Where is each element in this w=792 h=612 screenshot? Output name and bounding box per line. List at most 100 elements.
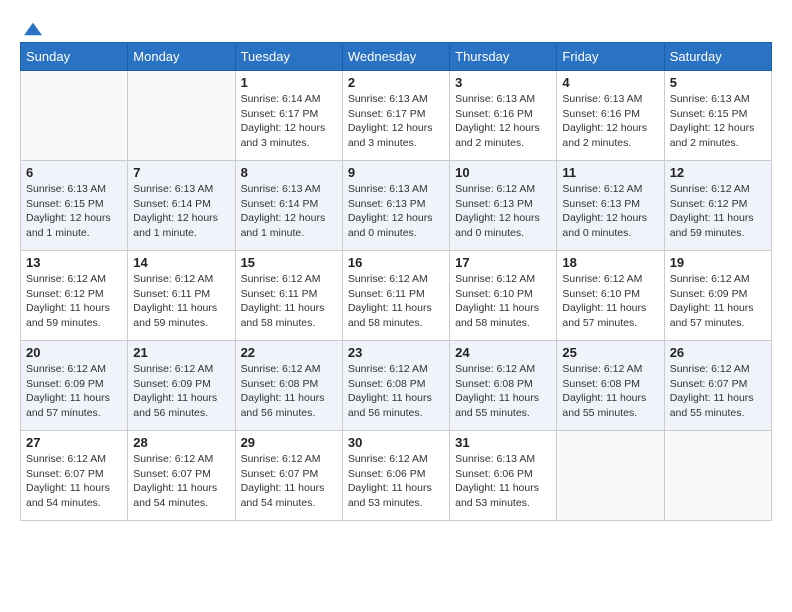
day-number: 21 bbox=[133, 345, 229, 360]
day-info: Sunrise: 6:12 AM Sunset: 6:08 PM Dayligh… bbox=[562, 362, 658, 421]
calendar-cell bbox=[21, 71, 128, 161]
day-info: Sunrise: 6:14 AM Sunset: 6:17 PM Dayligh… bbox=[241, 92, 337, 151]
calendar-cell: 12 Sunrise: 6:12 AM Sunset: 6:12 PM Dayli… bbox=[664, 161, 771, 251]
calendar-cell: 1Sunrise: 6:14 AM Sunset: 6:17 PM Daylig… bbox=[235, 71, 342, 161]
day-info: Sunrise: 6:13 AM Sunset: 6:14 PM Dayligh… bbox=[241, 182, 337, 241]
day-info: Sunrise: 6:12 AM Sunset: 6:07 PM Dayligh… bbox=[26, 452, 122, 511]
day-number: 20 bbox=[26, 345, 122, 360]
calendar-cell: 20 Sunrise: 6:12 AM Sunset: 6:09 PM Dayli… bbox=[21, 341, 128, 431]
calendar-cell bbox=[557, 431, 664, 521]
calendar-cell: 8Sunrise: 6:13 AM Sunset: 6:14 PM Daylig… bbox=[235, 161, 342, 251]
day-info: Sunrise: 6:12 AM Sunset: 6:10 PM Dayligh… bbox=[455, 272, 551, 331]
day-number: 28 bbox=[133, 435, 229, 450]
day-info: Sunrise: 6:12 AM Sunset: 6:10 PM Dayligh… bbox=[562, 272, 658, 331]
calendar-cell: 15 Sunrise: 6:12 AM Sunset: 6:11 PM Dayli… bbox=[235, 251, 342, 341]
calendar-cell: 23 Sunrise: 6:12 AM Sunset: 6:08 PM Dayli… bbox=[342, 341, 449, 431]
calendar-cell: 3 Sunrise: 6:13 AM Sunset: 6:16 PM Daylig… bbox=[450, 71, 557, 161]
day-info: Sunrise: 6:12 AM Sunset: 6:08 PM Dayligh… bbox=[348, 362, 444, 421]
day-header-saturday: Saturday bbox=[664, 43, 771, 71]
day-number: 30 bbox=[348, 435, 444, 450]
calendar-week-row: 6 Sunrise: 6:13 AM Sunset: 6:15 PM Daylig… bbox=[21, 161, 772, 251]
day-info: Sunrise: 6:12 AM Sunset: 6:13 PM Dayligh… bbox=[562, 182, 658, 241]
day-info: Sunrise: 6:12 AM Sunset: 6:09 PM Dayligh… bbox=[26, 362, 122, 421]
day-info: Sunrise: 6:13 AM Sunset: 6:15 PM Dayligh… bbox=[670, 92, 766, 151]
calendar-cell bbox=[664, 431, 771, 521]
calendar-cell: 5Sunrise: 6:13 AM Sunset: 6:15 PM Daylig… bbox=[664, 71, 771, 161]
day-info: Sunrise: 6:12 AM Sunset: 6:11 PM Dayligh… bbox=[348, 272, 444, 331]
day-info: Sunrise: 6:12 AM Sunset: 6:11 PM Dayligh… bbox=[241, 272, 337, 331]
day-info: Sunrise: 6:13 AM Sunset: 6:13 PM Dayligh… bbox=[348, 182, 444, 241]
day-number: 7 bbox=[133, 165, 229, 180]
calendar-cell: 25 Sunrise: 6:12 AM Sunset: 6:08 PM Dayli… bbox=[557, 341, 664, 431]
calendar-cell: 27 Sunrise: 6:12 AM Sunset: 6:07 PM Dayli… bbox=[21, 431, 128, 521]
calendar-cell: 13 Sunrise: 6:12 AM Sunset: 6:12 PM Dayli… bbox=[21, 251, 128, 341]
day-info: Sunrise: 6:13 AM Sunset: 6:15 PM Dayligh… bbox=[26, 182, 122, 241]
day-number: 15 bbox=[241, 255, 337, 270]
calendar-cell: 16 Sunrise: 6:12 AM Sunset: 6:11 PM Dayli… bbox=[342, 251, 449, 341]
day-number: 19 bbox=[670, 255, 766, 270]
logo bbox=[20, 20, 42, 32]
logo-icon bbox=[24, 20, 42, 38]
calendar-week-row: 27 Sunrise: 6:12 AM Sunset: 6:07 PM Dayli… bbox=[21, 431, 772, 521]
calendar-cell: 6 Sunrise: 6:13 AM Sunset: 6:15 PM Daylig… bbox=[21, 161, 128, 251]
calendar-cell: 18 Sunrise: 6:12 AM Sunset: 6:10 PM Dayli… bbox=[557, 251, 664, 341]
day-number: 14 bbox=[133, 255, 229, 270]
day-number: 26 bbox=[670, 345, 766, 360]
day-number: 10 bbox=[455, 165, 551, 180]
day-info: Sunrise: 6:12 AM Sunset: 6:13 PM Dayligh… bbox=[455, 182, 551, 241]
calendar-cell: 29Sunrise: 6:12 AM Sunset: 6:07 PM Dayli… bbox=[235, 431, 342, 521]
day-number: 6 bbox=[26, 165, 122, 180]
calendar-header-row: SundayMondayTuesdayWednesdayThursdayFrid… bbox=[21, 43, 772, 71]
calendar-cell: 7 Sunrise: 6:13 AM Sunset: 6:14 PM Daylig… bbox=[128, 161, 235, 251]
day-info: Sunrise: 6:13 AM Sunset: 6:17 PM Dayligh… bbox=[348, 92, 444, 151]
day-number: 24 bbox=[455, 345, 551, 360]
calendar-cell: 11 Sunrise: 6:12 AM Sunset: 6:13 PM Dayli… bbox=[557, 161, 664, 251]
day-info: Sunrise: 6:13 AM Sunset: 6:06 PM Dayligh… bbox=[455, 452, 551, 511]
day-number: 23 bbox=[348, 345, 444, 360]
day-info: Sunrise: 6:13 AM Sunset: 6:14 PM Dayligh… bbox=[133, 182, 229, 241]
calendar-cell: 14 Sunrise: 6:12 AM Sunset: 6:11 PM Dayli… bbox=[128, 251, 235, 341]
calendar-cell: 28 Sunrise: 6:12 AM Sunset: 6:07 PM Dayli… bbox=[128, 431, 235, 521]
calendar-cell: 24 Sunrise: 6:12 AM Sunset: 6:08 PM Dayli… bbox=[450, 341, 557, 431]
day-header-tuesday: Tuesday bbox=[235, 43, 342, 71]
calendar-table: SundayMondayTuesdayWednesdayThursdayFrid… bbox=[20, 42, 772, 521]
day-number: 4 bbox=[562, 75, 658, 90]
day-number: 27 bbox=[26, 435, 122, 450]
day-number: 25 bbox=[562, 345, 658, 360]
calendar-cell: 30Sunrise: 6:12 AM Sunset: 6:06 PM Dayli… bbox=[342, 431, 449, 521]
day-header-wednesday: Wednesday bbox=[342, 43, 449, 71]
day-info: Sunrise: 6:12 AM Sunset: 6:07 PM Dayligh… bbox=[133, 452, 229, 511]
day-number: 22 bbox=[241, 345, 337, 360]
calendar-cell: 22 Sunrise: 6:12 AM Sunset: 6:08 PM Dayli… bbox=[235, 341, 342, 431]
day-number: 16 bbox=[348, 255, 444, 270]
day-number: 3 bbox=[455, 75, 551, 90]
day-header-thursday: Thursday bbox=[450, 43, 557, 71]
day-info: Sunrise: 6:13 AM Sunset: 6:16 PM Dayligh… bbox=[455, 92, 551, 151]
day-info: Sunrise: 6:12 AM Sunset: 6:08 PM Dayligh… bbox=[455, 362, 551, 421]
day-header-sunday: Sunday bbox=[21, 43, 128, 71]
day-info: Sunrise: 6:12 AM Sunset: 6:09 PM Dayligh… bbox=[133, 362, 229, 421]
day-number: 12 bbox=[670, 165, 766, 180]
day-info: Sunrise: 6:12 AM Sunset: 6:11 PM Dayligh… bbox=[133, 272, 229, 331]
day-info: Sunrise: 6:12 AM Sunset: 6:07 PM Dayligh… bbox=[670, 362, 766, 421]
day-number: 18 bbox=[562, 255, 658, 270]
day-header-friday: Friday bbox=[557, 43, 664, 71]
day-header-monday: Monday bbox=[128, 43, 235, 71]
calendar-cell: 21 Sunrise: 6:12 AM Sunset: 6:09 PM Dayli… bbox=[128, 341, 235, 431]
day-number: 17 bbox=[455, 255, 551, 270]
day-number: 2 bbox=[348, 75, 444, 90]
day-number: 31 bbox=[455, 435, 551, 450]
day-info: Sunrise: 6:12 AM Sunset: 6:12 PM Dayligh… bbox=[670, 182, 766, 241]
calendar-week-row: 1Sunrise: 6:14 AM Sunset: 6:17 PM Daylig… bbox=[21, 71, 772, 161]
day-number: 13 bbox=[26, 255, 122, 270]
day-number: 11 bbox=[562, 165, 658, 180]
page-header bbox=[20, 20, 772, 32]
day-info: Sunrise: 6:12 AM Sunset: 6:12 PM Dayligh… bbox=[26, 272, 122, 331]
calendar-cell: 17 Sunrise: 6:12 AM Sunset: 6:10 PM Dayli… bbox=[450, 251, 557, 341]
calendar-cell: 4Sunrise: 6:13 AM Sunset: 6:16 PM Daylig… bbox=[557, 71, 664, 161]
calendar-week-row: 13 Sunrise: 6:12 AM Sunset: 6:12 PM Dayli… bbox=[21, 251, 772, 341]
day-info: Sunrise: 6:12 AM Sunset: 6:09 PM Dayligh… bbox=[670, 272, 766, 331]
calendar-cell: 9Sunrise: 6:13 AM Sunset: 6:13 PM Daylig… bbox=[342, 161, 449, 251]
day-info: Sunrise: 6:12 AM Sunset: 6:08 PM Dayligh… bbox=[241, 362, 337, 421]
calendar-cell: 26 Sunrise: 6:12 AM Sunset: 6:07 PM Dayli… bbox=[664, 341, 771, 431]
